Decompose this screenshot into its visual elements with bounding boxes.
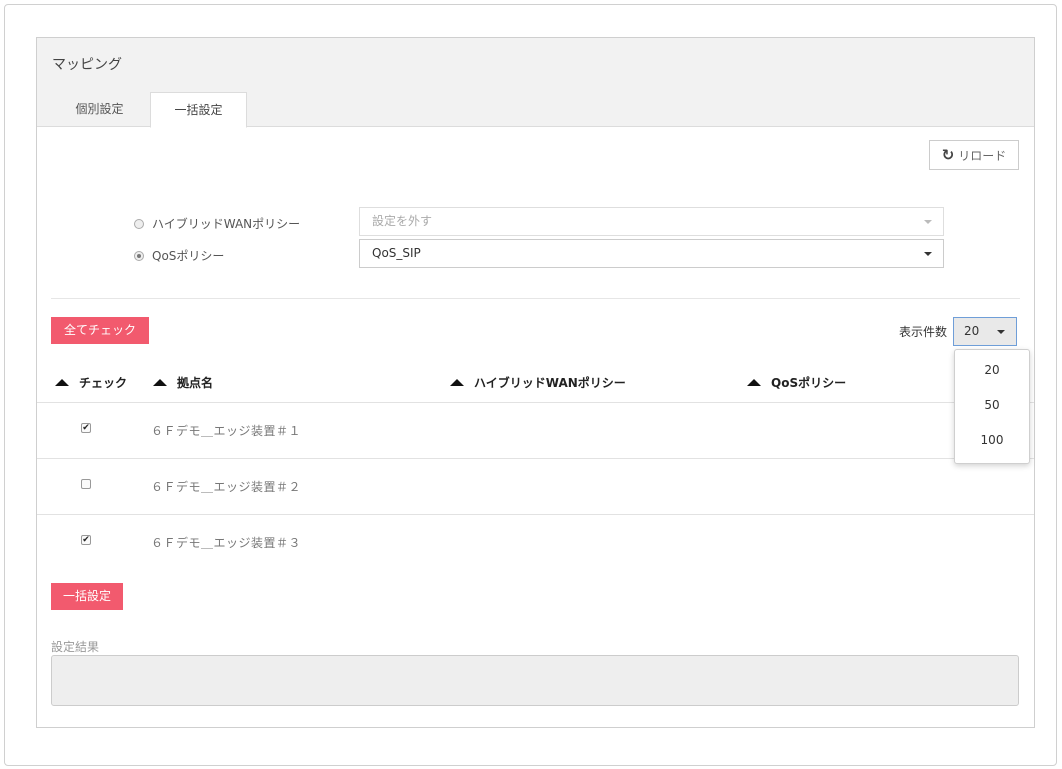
sort-up-icon	[153, 379, 167, 386]
chevron-down-icon	[997, 330, 1005, 334]
column-header-check[interactable]: チェック	[55, 374, 127, 391]
sort-up-icon	[55, 379, 69, 386]
bulk-set-button[interactable]: 一括設定	[51, 583, 123, 610]
qos-select-value: QoS_SIP	[372, 246, 421, 260]
page-size-value: 20	[964, 324, 980, 338]
mapping-panel: マッピング 個別設定 一括設定 ↻ リロード ハイブリッドWANポリシー 設定を…	[36, 37, 1035, 728]
hybrid-wan-policy-option[interactable]: ハイブリッドWANポリシー	[134, 215, 300, 232]
qos-policy-option[interactable]: QoSポリシー	[134, 247, 224, 264]
table-row-site-name: ６Ｆデモ＿エッジ装置＃１	[151, 424, 302, 438]
page-size-select[interactable]: 20	[953, 317, 1017, 346]
page-size-option[interactable]: 50	[955, 398, 1029, 412]
divider	[51, 298, 1020, 299]
chevron-down-icon	[924, 252, 932, 256]
column-header-label: チェック	[79, 376, 128, 390]
panel-title: マッピング	[52, 57, 122, 73]
tab-bulk-settings[interactable]: 一括設定	[150, 92, 247, 128]
hybrid-wan-select-value: 設定を外す	[372, 214, 433, 228]
qos-label: QoSポリシー	[152, 249, 225, 263]
table-row-site-name: ６Ｆデモ＿エッジ装置＃２	[151, 480, 302, 494]
hybrid-wan-label: ハイブリッドWANポリシー	[152, 217, 301, 231]
row-checkbox[interactable]	[81, 479, 91, 489]
sort-up-icon	[747, 379, 761, 386]
result-textarea[interactable]	[51, 655, 1019, 706]
column-header-site-name[interactable]: 拠点名	[153, 374, 213, 391]
page-size-option[interactable]: 100	[955, 433, 1029, 447]
row-checkbox[interactable]: ✔	[81, 535, 91, 545]
page-frame: マッピング 個別設定 一括設定 ↻ リロード ハイブリッドWANポリシー 設定を…	[4, 4, 1057, 766]
row-checkbox[interactable]: ✔	[81, 423, 91, 433]
column-header-qos-policy[interactable]: QoSポリシー	[747, 374, 846, 391]
panel-header: マッピング 個別設定 一括設定	[37, 38, 1034, 128]
page-size-option[interactable]: 20	[955, 363, 1029, 377]
refresh-icon: ↻	[941, 145, 955, 164]
reload-button[interactable]: ↻ リロード	[929, 140, 1019, 170]
reload-label: リロード	[958, 148, 1007, 163]
tab-individual-settings[interactable]: 個別設定	[57, 92, 142, 127]
result-label: 設定結果	[51, 640, 100, 654]
column-header-hybrid-wan-policy[interactable]: ハイブリッドWANポリシー	[450, 374, 626, 391]
table-divider	[37, 458, 1034, 459]
column-header-label: QoSポリシー	[771, 376, 847, 390]
qos-radio[interactable]	[134, 250, 144, 261]
page-size-label: 表示件数	[899, 325, 948, 339]
table-divider	[37, 514, 1034, 515]
sort-up-icon	[450, 379, 464, 386]
check-all-button[interactable]: 全てチェック	[51, 317, 149, 344]
column-header-label: ハイブリッドWANポリシー	[474, 376, 626, 390]
hybrid-wan-policy-select[interactable]: 設定を外す	[359, 207, 944, 236]
table-row-site-name: ６Ｆデモ＿エッジ装置＃３	[151, 536, 302, 550]
page-size-dropdown: 20 50 100	[954, 349, 1030, 464]
table-divider	[37, 402, 1034, 403]
column-header-label: 拠点名	[177, 376, 214, 390]
qos-policy-select[interactable]: QoS_SIP	[359, 239, 944, 268]
hybrid-wan-radio[interactable]	[134, 218, 144, 229]
chevron-down-icon	[924, 220, 932, 224]
